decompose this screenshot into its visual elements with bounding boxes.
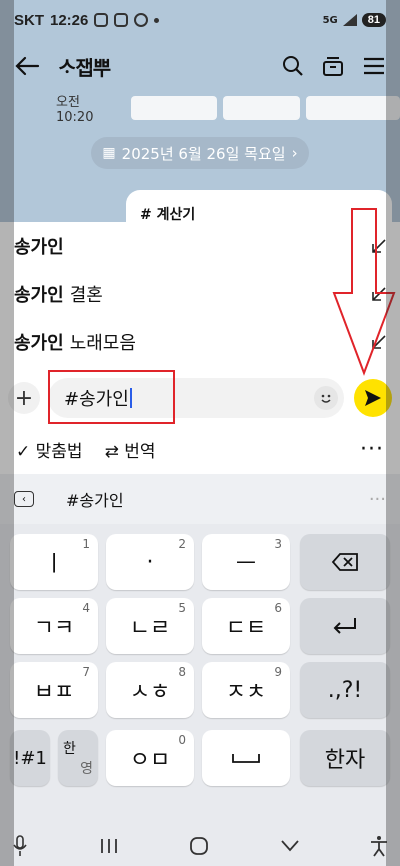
notification-icon: [94, 13, 109, 27]
key-n-r[interactable]: ㄴㄹ 5: [106, 598, 194, 654]
suggestion-bold: 송가인: [14, 237, 64, 258]
recent-apps-icon[interactable]: [99, 837, 119, 855]
screenshot-icon: [114, 13, 129, 27]
shared-image-thumb[interactable]: [222, 96, 301, 120]
status-bar: SKT 12:26 5G 81: [0, 0, 400, 40]
network-label: 5G: [322, 14, 338, 26]
key-b-p[interactable]: ㅂㅍ 7: [10, 662, 98, 718]
keyboard-toolbar: ‹ #송가인 ···: [0, 474, 400, 524]
date-divider[interactable]: ▦ 2025년 6월 26일 목요일 ›: [91, 137, 309, 169]
chat-title: ᄉᆞ잽뿌: [58, 55, 111, 80]
chat-header: ᄉᆞ잽뿌: [0, 40, 400, 92]
clock: 12:26: [50, 11, 89, 29]
battery-icon: 81: [361, 13, 386, 27]
shared-image-thumb[interactable]: [306, 96, 400, 120]
message-time: 오전 10:20: [56, 95, 94, 125]
date-label: 2025년 6월 26일 목요일: [121, 144, 286, 163]
keyboard: ㅣ1 · 2 ㅡ3 ㄱㅋ 4 ㄴㄹ 5 ㄷㅌ 6 ㅂㅍ 7 ㅅㅎ 8 ㅈㅊ 9 .,?! !#…: [0, 524, 400, 826]
key-j-ch[interactable]: ㅈㅊ 9: [202, 662, 290, 718]
suggestion-bold: 송가인: [14, 285, 64, 306]
swap-arrows-icon: ⇄: [104, 441, 119, 462]
keyboard-more-icon[interactable]: ···: [369, 489, 386, 510]
menu-icon[interactable]: [362, 55, 386, 77]
message-preview-row: 오전 10:20: [0, 92, 400, 125]
lang-switch-key[interactable]: 한 영: [58, 730, 98, 786]
home-icon[interactable]: [189, 836, 209, 856]
hanja-key[interactable]: 한자: [300, 730, 390, 786]
backspace-key[interactable]: [300, 534, 390, 590]
symbols-key[interactable]: !#1: [10, 730, 50, 786]
microphone-icon[interactable]: [12, 835, 28, 857]
annotation-arrow: [332, 208, 396, 376]
attach-plus-button[interactable]: +: [8, 382, 40, 414]
key-d-t[interactable]: ㄷㅌ 6: [202, 598, 290, 654]
carrier-label: SKT: [14, 11, 44, 29]
keyboard-preview-text: #송가인: [66, 491, 124, 510]
chevron-down-icon[interactable]: [280, 839, 300, 853]
backspace-icon: [331, 553, 358, 571]
bubble-tag: # 계산기: [140, 207, 196, 223]
back-arrow-icon[interactable]: [14, 55, 40, 77]
enter-icon: [333, 618, 356, 634]
spell-check-button[interactable]: ✓ 맞춤법: [16, 437, 83, 462]
punctuation-key[interactable]: .,?!: [300, 662, 390, 718]
keyboard-back-icon[interactable]: ‹: [14, 491, 34, 507]
more-icon[interactable]: ···: [360, 437, 384, 462]
drawer-icon[interactable]: [322, 55, 344, 77]
chevron-right-icon: ›: [291, 144, 298, 162]
input-tools-row: ✓ 맞춤법 ⇄ 번역 ···: [0, 424, 400, 474]
calendar-icon: ▦: [102, 145, 116, 161]
system-nav-bar: [0, 826, 400, 866]
enter-key[interactable]: [300, 598, 390, 654]
annotation-box: [48, 370, 175, 424]
key-g-k[interactable]: ㄱㅋ 4: [10, 598, 98, 654]
key-vowel-dot[interactable]: · 2: [106, 534, 194, 590]
shared-image-thumb[interactable]: [131, 96, 217, 120]
check-icon: ✓: [16, 441, 31, 462]
talk-icon: [134, 13, 149, 27]
accessibility-icon[interactable]: [370, 835, 388, 857]
search-icon[interactable]: [282, 55, 304, 77]
key-o-m[interactable]: ㅇㅁ 0: [106, 730, 194, 786]
more-notifications-icon: [154, 17, 160, 23]
space-key[interactable]: [202, 730, 290, 786]
key-vowel-eu[interactable]: ㅡ3: [202, 534, 290, 590]
space-icon: [232, 754, 260, 763]
suggestion-rest: 노래모음: [69, 333, 136, 354]
suggestion-bold: 송가인: [14, 333, 64, 354]
signal-icon: [342, 14, 357, 26]
suggestion-rest: 결혼: [69, 285, 103, 306]
key-vowel-i[interactable]: ㅣ1: [10, 534, 98, 590]
key-s-h[interactable]: ㅅㅎ 8: [106, 662, 194, 718]
translate-button[interactable]: ⇄ 번역: [105, 437, 156, 462]
